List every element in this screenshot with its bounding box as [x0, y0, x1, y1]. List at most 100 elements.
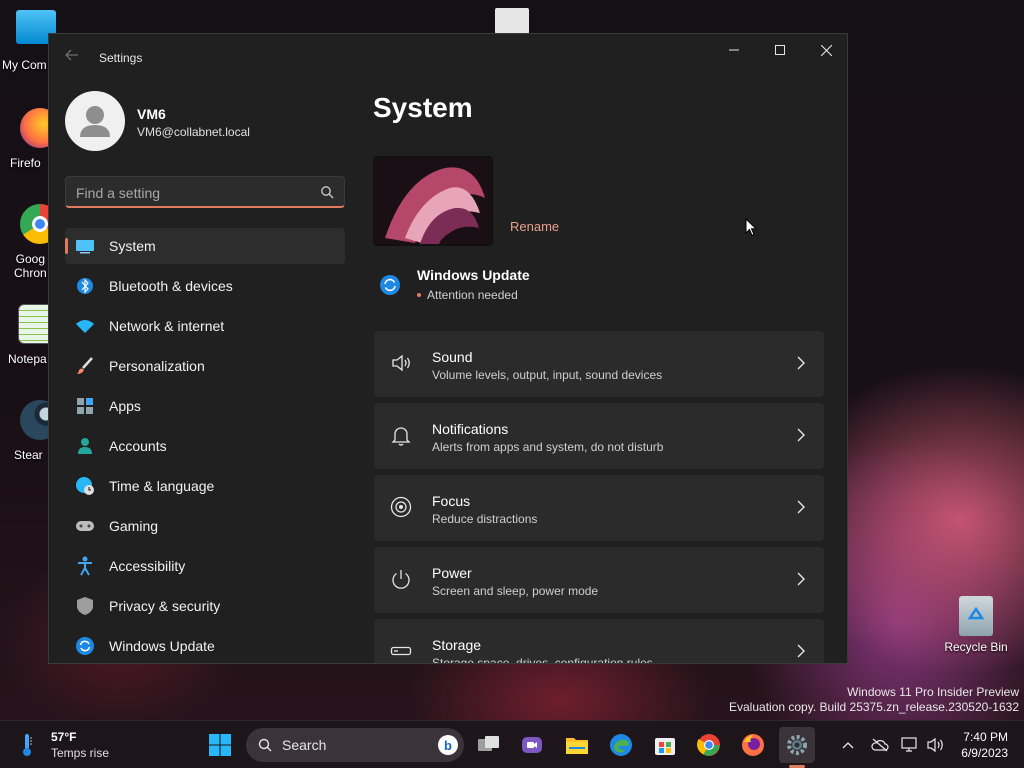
window-title: Settings	[99, 51, 143, 65]
store-button[interactable]	[647, 727, 683, 763]
title-bar[interactable]: Settings	[49, 34, 847, 82]
edge-button[interactable]	[603, 727, 639, 763]
person-icon	[75, 436, 95, 456]
update-icon	[380, 275, 400, 295]
watermark-line-1: Windows 11 Pro Insider Preview	[847, 685, 1019, 699]
taskbar: 57°F Temps rise Search b 7:40 PM 6/9/202…	[0, 720, 1024, 768]
sidebar-item-accessibility[interactable]: Accessibility	[65, 548, 345, 584]
start-button[interactable]	[202, 727, 238, 763]
sidebar-item-network[interactable]: Network & internet	[65, 308, 345, 344]
evaluation-watermark: Windows 11 Pro Insider Preview Evaluatio…	[729, 685, 1019, 715]
apps-icon	[75, 396, 95, 416]
store-icon	[655, 738, 675, 755]
weather-description: Temps rise	[51, 746, 110, 760]
shield-icon	[75, 596, 95, 616]
file-icon	[495, 8, 529, 34]
watermark-line-2: Evaluation copy. Build 25375.zn_release.…	[729, 700, 1019, 714]
card-storage[interactable]: Storage Storage space, drives, configura…	[374, 619, 824, 663]
chevron-right-icon	[797, 572, 805, 586]
weather-temperature: 57°F	[51, 730, 77, 744]
sidebar-item-label: System	[109, 238, 156, 254]
cloud-offline-icon	[871, 738, 889, 752]
clock-time: 7:40 PM	[963, 730, 1008, 744]
brush-icon	[75, 356, 95, 376]
sidebar-item-windows-update[interactable]: Windows Update	[65, 628, 345, 663]
chrome-button[interactable]	[691, 727, 727, 763]
search-icon	[321, 186, 334, 199]
wifi-icon	[75, 316, 95, 336]
settings-search[interactable]	[65, 176, 345, 208]
desktop-icon-label: Recycle Bin	[944, 640, 1008, 654]
tray-overflow-button[interactable]	[838, 735, 858, 755]
sidebar-item-label: Bluetooth & devices	[109, 278, 233, 294]
sidebar-item-label: Personalization	[109, 358, 205, 374]
speaker-icon	[927, 737, 943, 753]
settings-window: Settings VM6 VM6@collabnet.local Find a …	[48, 33, 848, 664]
back-button[interactable]	[61, 48, 83, 68]
sidebar-item-system[interactable]: System	[65, 228, 345, 264]
card-power[interactable]: Power Screen and sleep, power mode	[374, 547, 824, 613]
card-title: Sound	[432, 349, 473, 365]
windows-update-status-text: Attention needed	[427, 288, 518, 302]
accessibility-icon	[75, 556, 95, 576]
search-input[interactable]	[76, 183, 306, 203]
page-title: System	[373, 92, 473, 123]
teams-chat-button[interactable]	[514, 727, 550, 763]
windows-update-status: Attention needed	[417, 288, 518, 302]
desktop-icon-label: Notepa	[8, 352, 47, 366]
settings-taskbar-button[interactable]	[779, 727, 815, 763]
firefox-button[interactable]	[735, 727, 771, 763]
sidebar-nav: System Bluetooth & devices Network & int…	[65, 228, 345, 663]
chrome-icon	[697, 734, 720, 756]
file-explorer-button[interactable]	[559, 727, 595, 763]
sidebar-item-privacy-security[interactable]: Privacy & security	[65, 588, 345, 624]
taskbar-search[interactable]: Search b	[246, 728, 464, 762]
card-sound[interactable]: Sound Volume levels, output, input, soun…	[374, 331, 824, 397]
network-button[interactable]	[900, 735, 920, 755]
settings-cards: Sound Volume levels, output, input, soun…	[374, 331, 824, 663]
task-view-button[interactable]	[471, 727, 507, 763]
close-button[interactable]	[803, 34, 847, 66]
sidebar-item-label: Accounts	[109, 438, 167, 454]
desktop-icon-label: Firefo	[10, 156, 41, 170]
sidebar-item-apps[interactable]: Apps	[65, 388, 345, 424]
thermometer-icon	[23, 734, 32, 756]
bing-icon[interactable]: b	[438, 735, 458, 755]
volume-button[interactable]	[926, 735, 946, 755]
onedrive-button[interactable]	[870, 735, 890, 755]
desktop-icon-label: Goog Chron	[14, 252, 47, 280]
desktop-icon-label: My Com	[2, 58, 47, 72]
status-dot-icon	[417, 292, 421, 297]
search-icon	[258, 738, 272, 752]
profile-name: VM6	[137, 106, 166, 122]
avatar[interactable]	[65, 91, 125, 151]
taskbar-clock[interactable]: 7:40 PM 6/9/2023	[961, 729, 1008, 761]
card-notifications[interactable]: Notifications Alerts from apps and syste…	[374, 403, 824, 469]
folder-icon	[566, 738, 588, 754]
sidebar-item-label: Apps	[109, 398, 141, 414]
rename-link[interactable]: Rename	[510, 219, 559, 234]
sidebar-item-label: Gaming	[109, 518, 159, 534]
card-title: Storage	[432, 637, 482, 653]
clock-date: 6/9/2023	[961, 746, 1008, 760]
sidebar-item-gaming[interactable]: Gaming	[65, 508, 345, 544]
sidebar-item-label: Windows Update	[109, 638, 215, 654]
maximize-button[interactable]	[757, 34, 803, 66]
desktop-icon-recycle-bin[interactable]: Recycle Bin	[944, 596, 1008, 654]
sidebar-item-label: Time & language	[109, 478, 215, 494]
weather-widget[interactable]: 57°F Temps rise	[0, 721, 140, 768]
recycle-bin-icon	[959, 596, 993, 636]
sidebar-item-personalization[interactable]: Personalization	[65, 348, 345, 384]
sidebar-item-time-language[interactable]: Time & language	[65, 468, 345, 504]
gamepad-icon	[75, 516, 95, 536]
sidebar-item-bluetooth[interactable]: Bluetooth & devices	[65, 268, 345, 304]
minimize-button[interactable]	[711, 34, 757, 66]
chevron-right-icon	[797, 500, 805, 514]
card-focus[interactable]: Focus Reduce distractions	[374, 475, 824, 541]
focus-icon	[390, 496, 412, 518]
windows-update-link[interactable]: Windows Update	[417, 267, 530, 283]
sidebar-item-accounts[interactable]: Accounts	[65, 428, 345, 464]
speaker-icon	[392, 354, 410, 372]
chevron-right-icon	[797, 428, 805, 442]
sidebar-item-label: Privacy & security	[109, 598, 221, 614]
